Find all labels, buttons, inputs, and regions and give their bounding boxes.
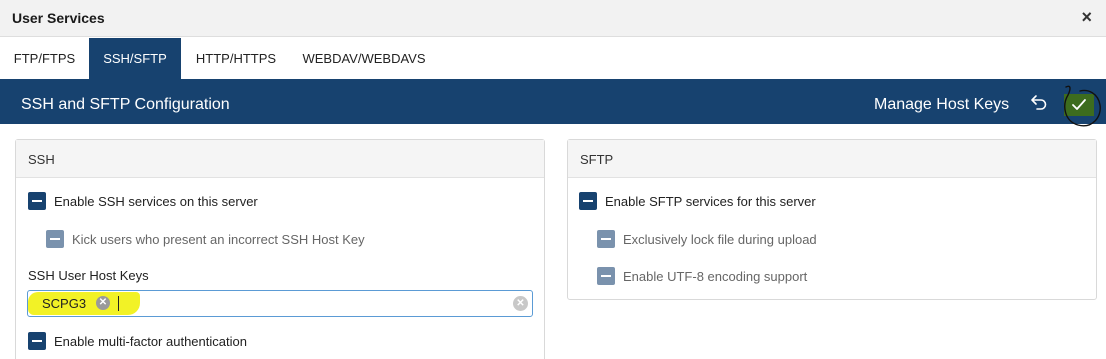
tab-http-https[interactable]: HTTP/HTTPS — [181, 38, 291, 80]
sftp-panel-header: SFTP — [568, 140, 1096, 178]
mfa-checkbox[interactable] — [28, 332, 46, 350]
tab-ftp-ftps[interactable]: FTP/FTPS — [0, 38, 89, 80]
lock-file-checkbox[interactable] — [597, 230, 615, 248]
config-header-bar: SSH and SFTP Configuration Manage Host K… — [0, 81, 1106, 124]
text-caret — [118, 296, 119, 311]
enable-ssh-row: Enable SSH services on this server — [28, 192, 428, 210]
enable-ssh-checkbox[interactable] — [28, 192, 46, 210]
mfa-row: Enable multi-factor authentication — [28, 332, 428, 350]
protocol-tabs: FTP/FTPS SSH/SFTP HTTP/HTTPS WEBDAV/WEBD… — [0, 38, 1106, 80]
host-key-tag-label: SCPG3 — [42, 296, 87, 311]
lock-file-row: Exclusively lock file during upload — [597, 230, 997, 248]
enable-sftp-checkbox[interactable] — [579, 192, 597, 210]
close-icon[interactable]: × — [1081, 8, 1092, 26]
enable-sftp-label: Enable SFTP services for this server — [605, 194, 816, 209]
lock-file-label: Exclusively lock file during upload — [623, 232, 817, 247]
dialog-title: User Services — [12, 10, 105, 26]
tab-webdav-webdavs[interactable]: WEBDAV/WEBDAVS — [291, 38, 437, 80]
check-icon — [1072, 99, 1086, 110]
enable-sftp-row: Enable SFTP services for this server — [579, 192, 979, 210]
remove-tag-icon[interactable]: ✕ — [96, 296, 110, 310]
utf8-label: Enable UTF-8 encoding support — [623, 269, 808, 284]
enable-ssh-label: Enable SSH services on this server — [54, 194, 258, 209]
save-button[interactable] — [1064, 94, 1094, 116]
manage-host-keys-link[interactable]: Manage Host Keys — [874, 96, 1009, 114]
ssh-panel-header: SSH — [16, 140, 544, 178]
utf8-checkbox[interactable] — [597, 267, 615, 285]
clear-input-icon[interactable]: ✕ — [513, 296, 528, 311]
ssh-host-keys-label: SSH User Host Keys — [28, 268, 149, 283]
config-title: SSH and SFTP Configuration — [21, 96, 230, 113]
ssh-host-keys-input[interactable]: SCPG3 ✕ ✕ — [27, 290, 533, 317]
kick-users-checkbox[interactable] — [46, 230, 64, 248]
undo-icon[interactable] — [1030, 93, 1048, 111]
ssh-panel: SSH — [15, 139, 545, 359]
kick-users-row: Kick users who present an incorrect SSH … — [46, 230, 446, 248]
utf8-row: Enable UTF-8 encoding support — [597, 267, 997, 285]
tab-ssh-sftp[interactable]: SSH/SFTP — [89, 38, 181, 80]
sftp-panel-title: SFTP — [580, 152, 614, 167]
mfa-label: Enable multi-factor authentication — [54, 334, 247, 349]
dialog-titlebar: User Services × — [0, 0, 1106, 37]
kick-users-label: Kick users who present an incorrect SSH … — [72, 232, 365, 247]
ssh-panel-title: SSH — [28, 152, 55, 167]
